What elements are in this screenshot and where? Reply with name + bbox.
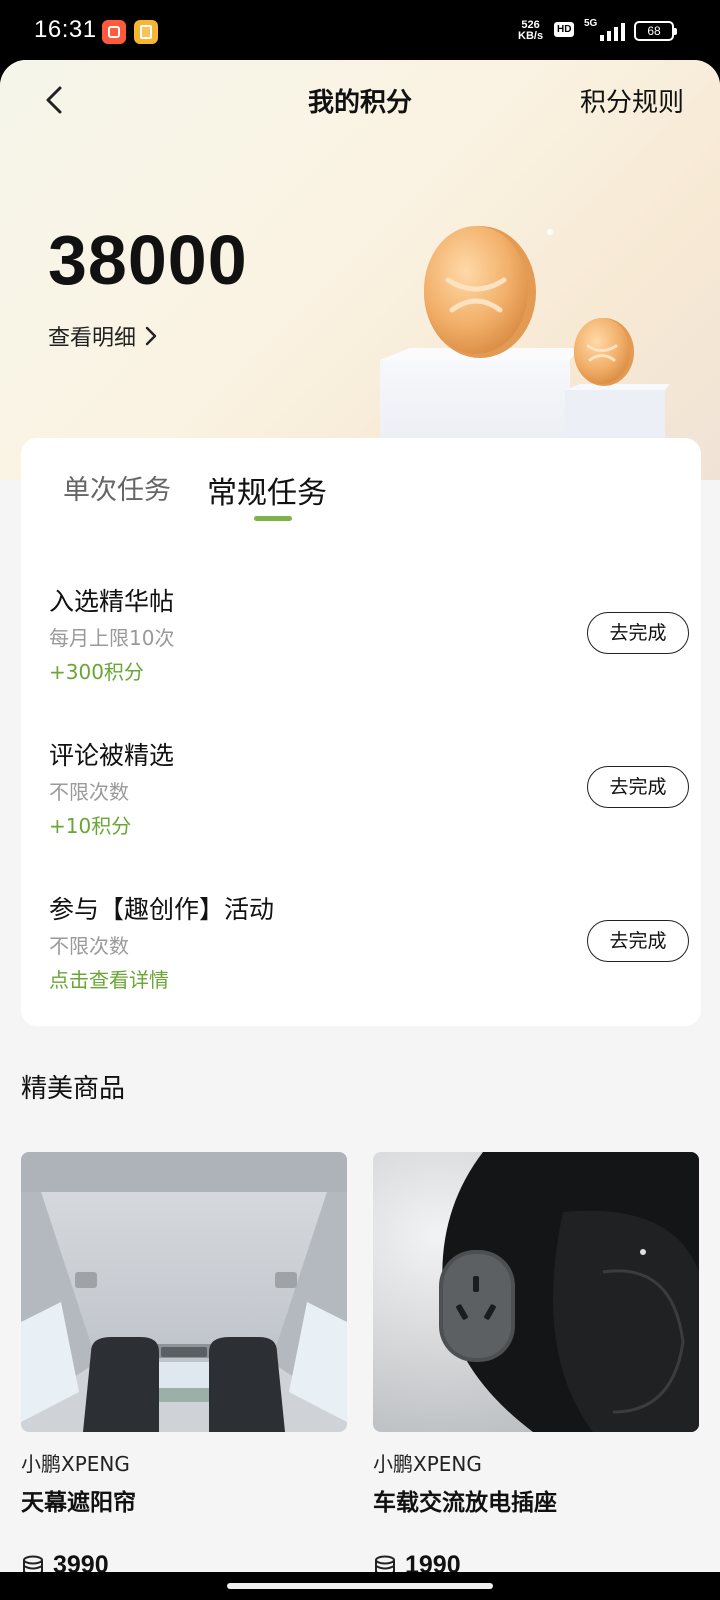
product-price: 1990 xyxy=(373,1551,699,1572)
go-complete-button[interactable]: 去完成 xyxy=(587,612,689,654)
product-price-value: 3990 xyxy=(53,1551,109,1572)
task-limit: 每月上限10次 xyxy=(49,626,175,650)
task-reward: +300积分 xyxy=(49,660,144,684)
product-price-value: 1990 xyxy=(405,1551,461,1572)
status-bar: 16:31 526 KB/s HD 5G 68 xyxy=(0,0,720,62)
active-tab-indicator xyxy=(254,516,292,521)
hero-banner: 我的积分 积分规则 38000 查看明细 xyxy=(0,60,720,490)
products-section-title: 精美商品 xyxy=(21,1074,126,1104)
network-speed: 526 KB/s xyxy=(518,20,543,42)
network-type: 5G xyxy=(584,18,598,29)
task-title: 参与【趣创作】活动 xyxy=(49,895,275,924)
chevron-right-icon xyxy=(145,326,157,346)
task-title: 评论被精选 xyxy=(49,741,175,770)
signal-icon xyxy=(600,23,625,41)
task-item: 评论被精选 不限次数 +10积分 去完成 xyxy=(49,736,689,856)
battery-icon: 68 xyxy=(634,21,677,41)
car-socket-image xyxy=(373,1152,699,1432)
coins-icon xyxy=(375,1555,395,1572)
product-brand: 小鹏XPENG xyxy=(373,1452,482,1476)
product-name: 天幕遮阳帘 xyxy=(21,1490,136,1516)
task-reward: +10积分 xyxy=(49,814,132,838)
notification-note-icon xyxy=(134,20,158,44)
car-interior-image xyxy=(21,1152,347,1432)
task-details-link[interactable]: 点击查看详情 xyxy=(49,964,169,993)
coins-icon xyxy=(23,1555,43,1572)
product-name: 车载交流放电插座 xyxy=(373,1490,557,1516)
points-rules-link[interactable]: 积分规则 xyxy=(580,82,684,119)
product-card[interactable]: 小鹏XPENG 天幕遮阳帘 3990 xyxy=(21,1152,347,1572)
product-brand: 小鹏XPENG xyxy=(21,1452,130,1476)
task-limit: 不限次数 xyxy=(49,780,129,804)
go-complete-button[interactable]: 去完成 xyxy=(587,766,689,808)
go-complete-button[interactable]: 去完成 xyxy=(587,920,689,962)
task-item: 参与【趣创作】活动 不限次数 点击查看详情 去完成 xyxy=(49,890,689,1010)
product-image-sunshade[interactable] xyxy=(21,1152,347,1432)
task-limit: 不限次数 xyxy=(49,934,129,958)
points-page: 我的积分 积分规则 38000 查看明细 单次任务 常规任务 入选精华帖 每月上… xyxy=(0,60,720,1572)
view-details-link[interactable]: 查看明细 xyxy=(48,320,158,352)
notification-app-icon xyxy=(102,20,126,44)
tasks-card: 单次任务 常规任务 入选精华帖 每月上限10次 +300积分 去完成 评论被精选… xyxy=(21,438,701,1026)
status-time: 16:31 xyxy=(34,16,97,43)
tab-single-tasks[interactable]: 单次任务 xyxy=(63,468,171,507)
points-balance: 38000 xyxy=(48,221,248,299)
product-card[interactable]: 小鹏XPENG 车载交流放电插座 1990 xyxy=(373,1152,699,1572)
view-details-label: 查看明细 xyxy=(48,326,137,351)
product-price: 3990 xyxy=(21,1551,347,1572)
home-indicator[interactable] xyxy=(227,1583,493,1589)
network-speed-unit: KB/s xyxy=(518,30,544,42)
task-title: 入选精华帖 xyxy=(49,587,175,616)
task-item: 入选精华帖 每月上限10次 +300积分 去完成 xyxy=(49,582,689,702)
hd-badge: HD xyxy=(554,22,575,37)
tab-regular-tasks[interactable]: 常规任务 xyxy=(207,468,327,512)
product-image-socket[interactable] xyxy=(373,1152,699,1432)
